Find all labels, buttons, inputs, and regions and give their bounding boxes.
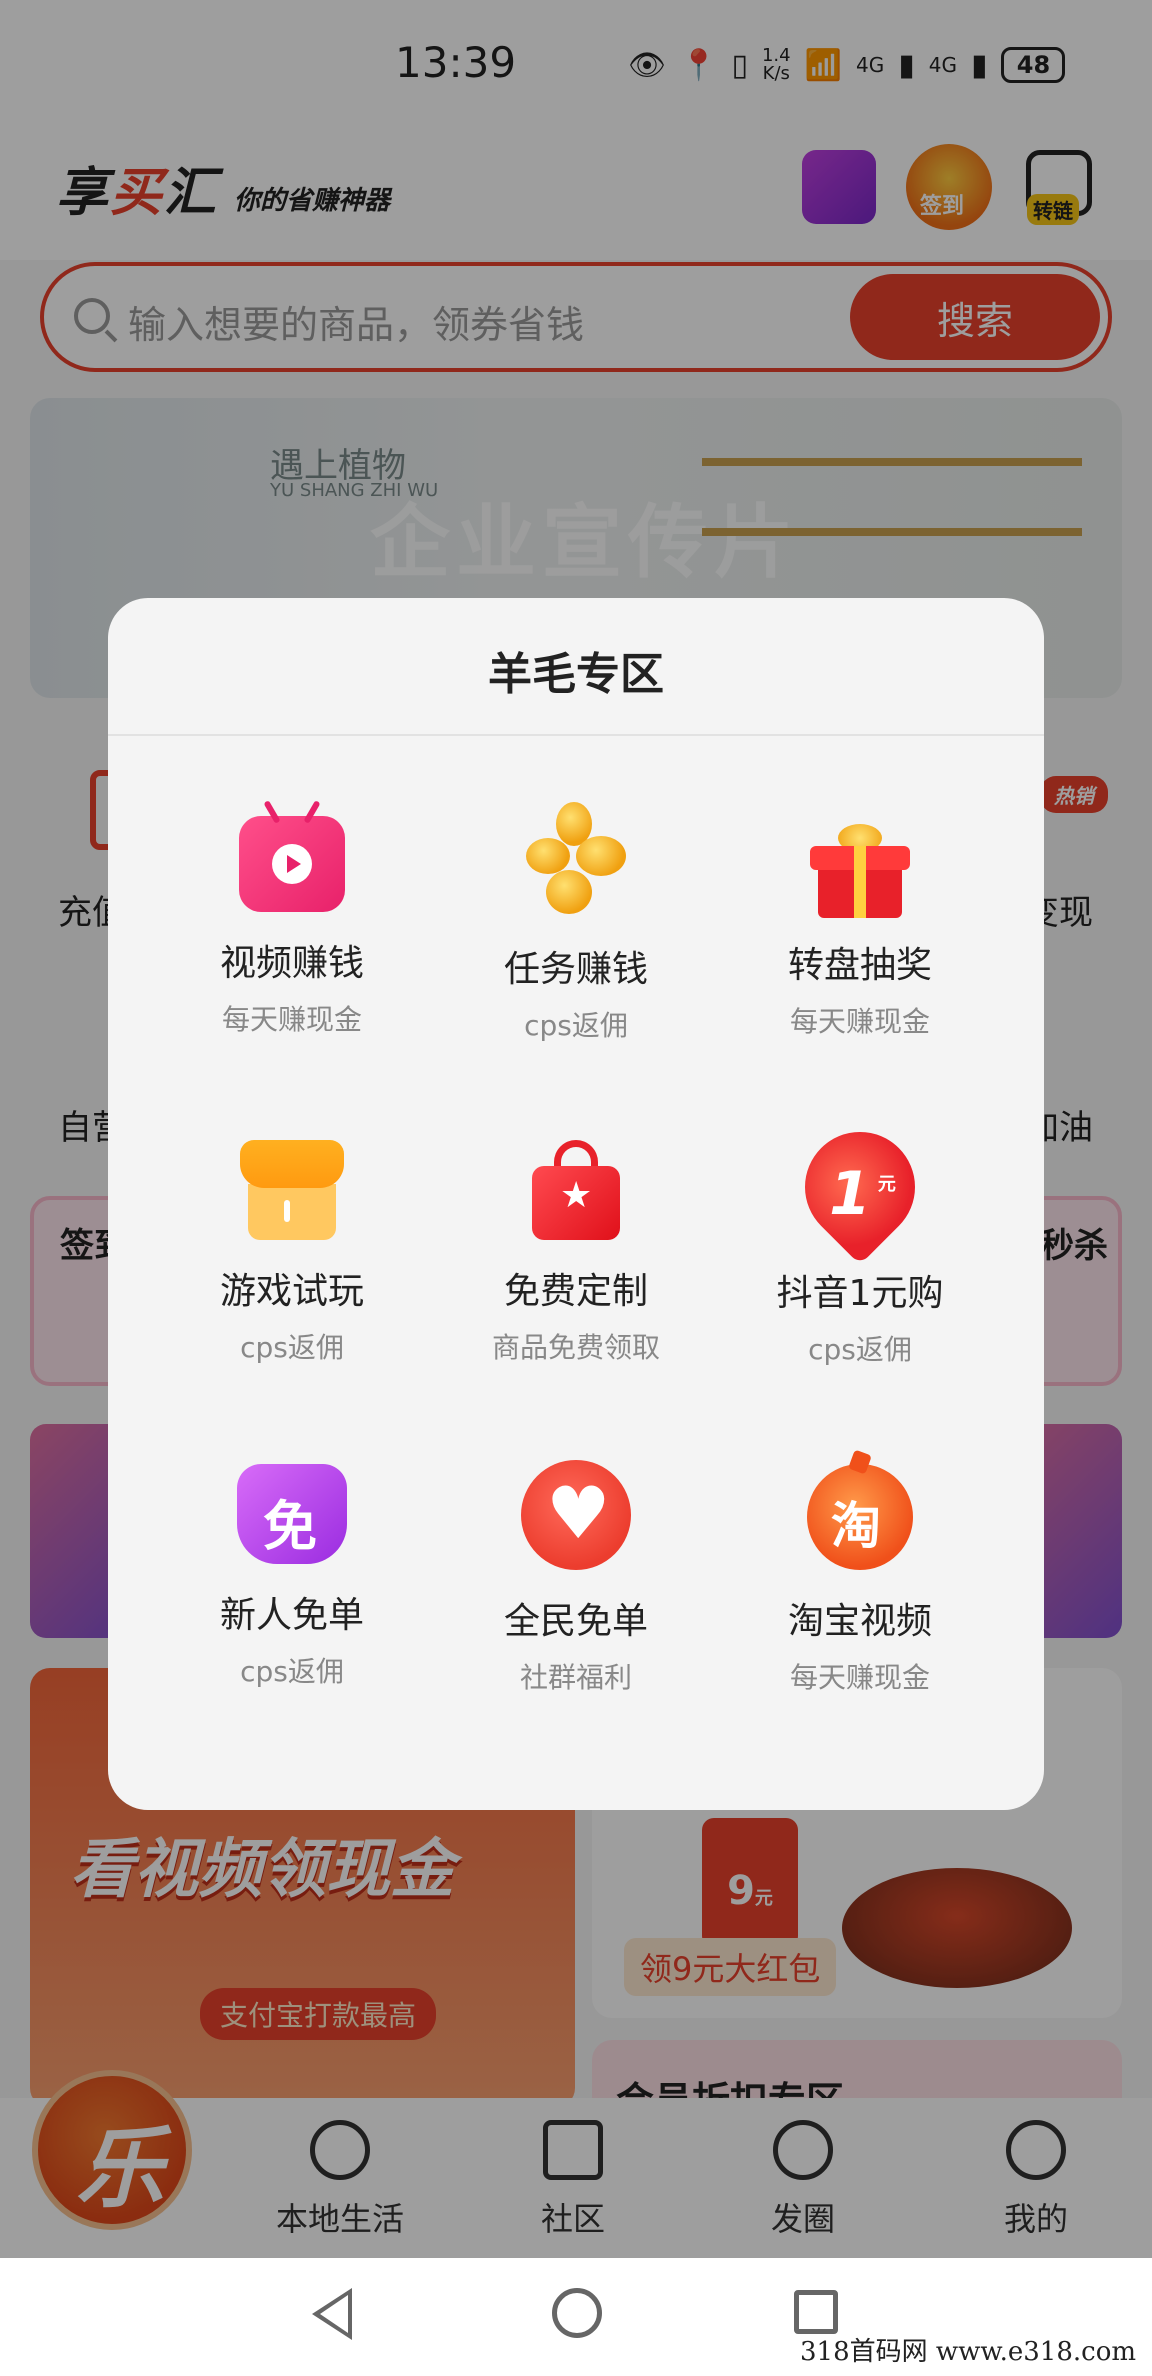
gift-box-icon xyxy=(810,824,910,918)
modal-title: 羊毛专区 xyxy=(488,649,664,700)
feature-grid: 视频赚钱 每天赚现金 任务赚钱 cps返佣 转盘抽奖 每天赚现金 游戏试玩 cp… xyxy=(108,798,1044,1782)
one-yuan-unit: 元 xyxy=(877,1173,896,1195)
taobao-icon: 淘 xyxy=(807,1464,913,1570)
shop-body xyxy=(248,1184,336,1240)
feature-taobao-video[interactable]: 淘 淘宝视频 每天赚现金 xyxy=(718,1454,1002,1782)
feature-title: 淘宝视频 xyxy=(787,1601,932,1642)
feature-title: 游戏试玩 xyxy=(219,1271,364,1312)
shop-door xyxy=(284,1200,290,1222)
feature-title: 任务赚钱 xyxy=(503,949,648,990)
feature-subtitle: 每天赚现金 xyxy=(789,1005,930,1038)
video-tv-icon xyxy=(239,816,345,912)
feature-subtitle: 每天赚现金 xyxy=(789,1661,930,1694)
feature-newbie-free[interactable]: 免 新人免单 cps返佣 xyxy=(150,1454,434,1782)
feature-title: 抖音1元购 xyxy=(776,1273,944,1314)
gold-coins-icon xyxy=(516,798,636,918)
feature-subtitle: cps返佣 xyxy=(808,1333,912,1366)
coin-shape xyxy=(546,870,592,914)
feature-game-trial[interactable]: 游戏试玩 cps返佣 xyxy=(150,1126,434,1454)
feature-title: 转盘抽奖 xyxy=(787,945,932,986)
star-icon: ★ xyxy=(560,1175,593,1216)
gift-ribbon xyxy=(854,846,866,918)
system-nav-bar: 318首码网 www.e318.com xyxy=(0,2258,1152,2376)
feature-title: 视频赚钱 xyxy=(219,943,364,984)
feature-title: 新人免单 xyxy=(219,1595,364,1636)
feature-task-earn[interactable]: 任务赚钱 cps返佣 xyxy=(434,798,718,1126)
wool-zone-modal: 羊毛专区 视频赚钱 每天赚现金 任务赚钱 cps返佣 转盘抽奖 每天赚现金 游戏… xyxy=(108,598,1044,1810)
recent-apps-icon[interactable] xyxy=(794,2290,838,2334)
shop-store-icon xyxy=(240,1140,344,1240)
feature-lucky-wheel[interactable]: 转盘抽奖 每天赚现金 xyxy=(718,798,1002,1126)
feature-title: 免费定制 xyxy=(503,1271,648,1312)
back-icon[interactable] xyxy=(312,2288,352,2340)
feature-title: 全民免单 xyxy=(503,1601,648,1642)
feature-douyin-one-yuan[interactable]: 1 元 抖音1元购 cps返佣 xyxy=(718,1109,1002,1454)
shopping-bag-icon: ★ xyxy=(532,1140,620,1240)
heart-icon: ♥ xyxy=(521,1460,631,1570)
heart-glyph: ♥ xyxy=(546,1471,611,1555)
home-icon[interactable] xyxy=(552,2288,602,2338)
free-coupon-icon: 免 xyxy=(237,1464,347,1564)
feature-subtitle: 商品免费领取 xyxy=(491,1331,660,1364)
feature-subtitle: cps返佣 xyxy=(240,1331,344,1364)
free-icon-text: 免 xyxy=(263,1495,317,1558)
feature-video-earn[interactable]: 视频赚钱 每天赚现金 xyxy=(150,798,434,1126)
taobao-icon-text: 淘 xyxy=(831,1497,881,1555)
one-yuan-number: 1 xyxy=(829,1159,871,1230)
shop-roof xyxy=(240,1140,344,1188)
watermark: 318首码网 www.e318.com xyxy=(800,2337,1136,2367)
play-icon xyxy=(272,844,312,884)
feature-free-custom[interactable]: ★ 免费定制 商品免费领取 xyxy=(434,1126,718,1454)
coin-shape xyxy=(576,836,626,876)
coin-shape xyxy=(526,838,570,874)
one-yuan-icon: 1 元 xyxy=(782,1109,938,1265)
feature-subtitle: cps返佣 xyxy=(240,1655,344,1688)
feature-subtitle: cps返佣 xyxy=(524,1009,628,1042)
feature-subtitle: 每天赚现金 xyxy=(221,1003,362,1036)
feature-subtitle: 社群福利 xyxy=(519,1661,632,1694)
modal-divider xyxy=(108,734,1044,736)
feature-everyone-free[interactable]: ♥ 全民免单 社群福利 xyxy=(434,1454,718,1782)
